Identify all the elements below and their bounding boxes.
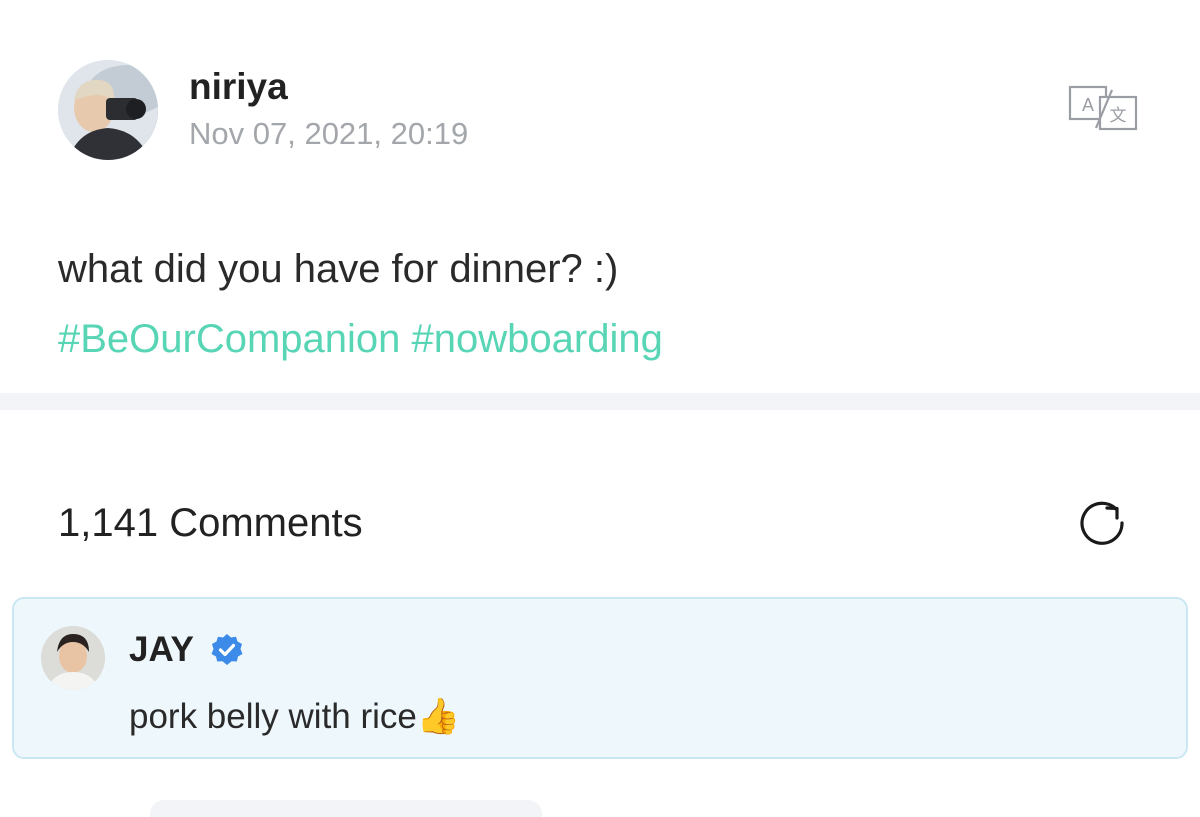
post-timestamp: Nov 07, 2021, 20:19 — [189, 116, 469, 151]
translate-icon: A 文 — [1068, 85, 1138, 131]
hashtag-link[interactable]: #nowboarding — [412, 317, 663, 361]
hashtag-link[interactable]: #BeOurCompanion — [58, 317, 400, 361]
section-divider — [0, 393, 1200, 410]
comment-author-name[interactable]: JAY — [129, 629, 194, 671]
next-comment-preview — [150, 800, 542, 817]
comment-text: pork belly with rice👍 — [129, 695, 460, 739]
hashtag-list: #BeOurCompanion #nowboarding — [58, 314, 1158, 364]
translate-button[interactable]: A 文 — [1068, 84, 1138, 132]
svg-text:A: A — [1082, 95, 1094, 115]
verified-badge-icon — [210, 633, 244, 667]
author-avatar[interactable] — [58, 60, 158, 160]
post-header: niriya Nov 07, 2021, 20:19 A 文 — [58, 58, 1142, 162]
svg-text:文: 文 — [1110, 106, 1127, 126]
comment-author: JAY — [129, 629, 244, 671]
post-text: what did you have for dinner? :) — [58, 247, 619, 291]
post-body: what did you have for dinner? :) #BeOurC… — [58, 244, 1158, 364]
author-name[interactable]: niriya — [189, 66, 288, 108]
refresh-button[interactable] — [1076, 497, 1132, 549]
post-page: niriya Nov 07, 2021, 20:19 A 文 what did … — [0, 0, 1200, 817]
highlighted-comment[interactable]: JAY pork belly with rice👍 — [12, 597, 1188, 759]
comment-text-content: pork belly with rice — [129, 697, 417, 736]
comments-count: 1,141 Comments — [58, 501, 363, 545]
avatar-photo — [41, 626, 105, 690]
refresh-icon — [1080, 501, 1124, 545]
avatar-photo — [58, 60, 158, 160]
thumbs-up-emoji: 👍 — [416, 697, 461, 736]
comments-header: 1,141 Comments — [58, 497, 1142, 549]
commenter-avatar[interactable] — [41, 626, 105, 690]
